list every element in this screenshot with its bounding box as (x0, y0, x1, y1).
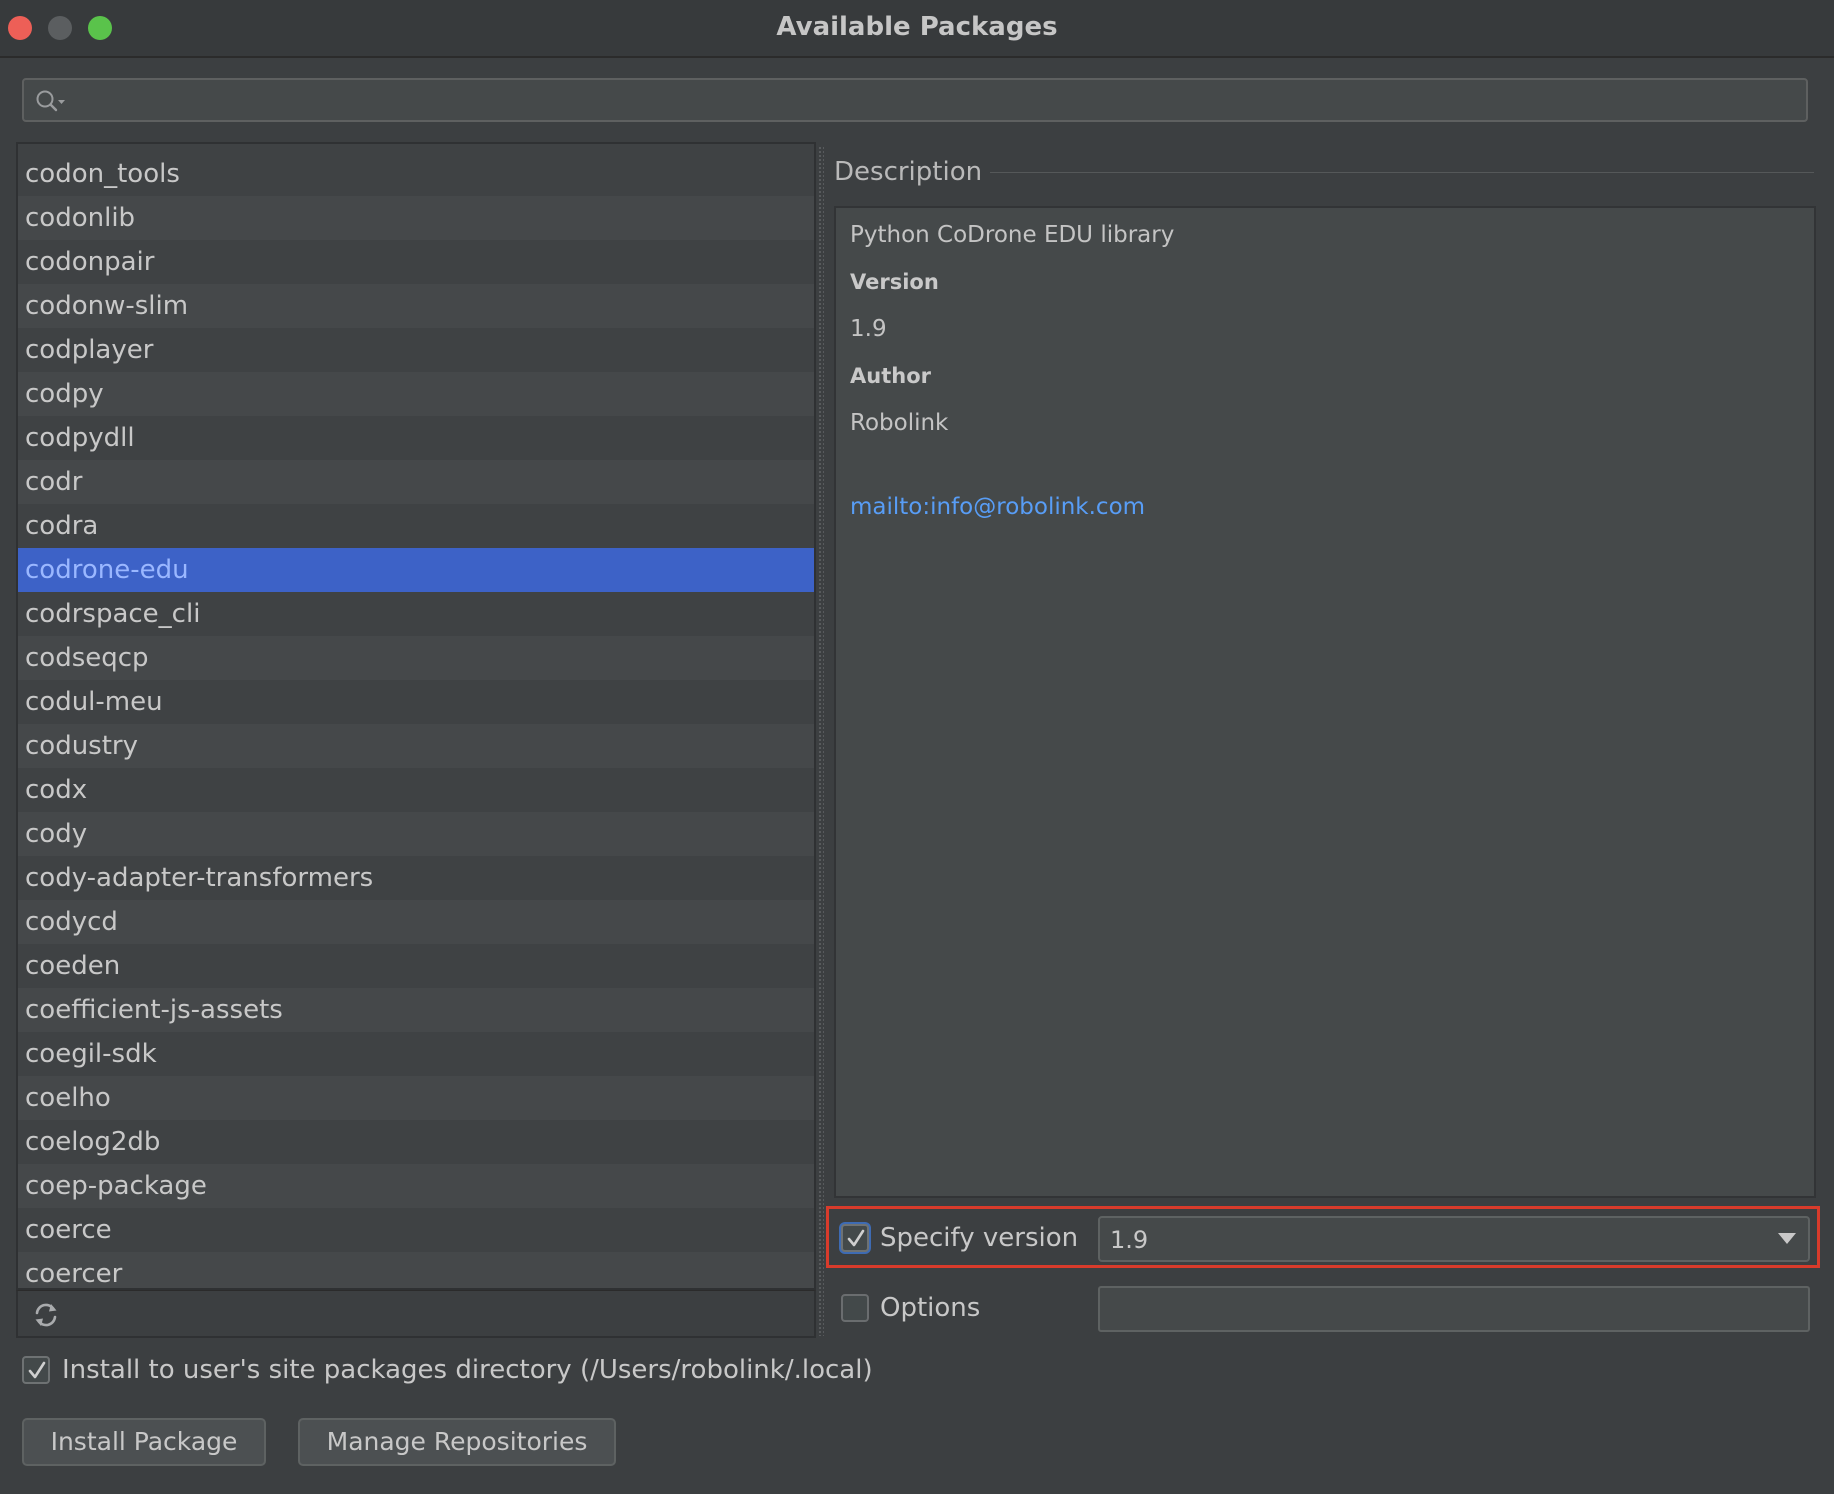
version-select[interactable]: 1.9 (1098, 1216, 1810, 1262)
install-user-site-checkbox[interactable] (22, 1356, 50, 1384)
package-list-item[interactable]: codonpair (18, 240, 814, 284)
version-label: Version (850, 270, 939, 294)
install-user-site-label: Install to user's site packages director… (62, 1355, 873, 1385)
chevron-down-icon (1778, 1233, 1796, 1244)
package-list-item[interactable]: cody-adapter-transformers (18, 856, 814, 900)
refresh-icon[interactable] (32, 1301, 60, 1329)
package-list-item[interactable]: codrspace_cli (18, 592, 814, 636)
search-field[interactable] (22, 78, 1808, 122)
package-list-item[interactable]: codplayer (18, 328, 814, 372)
package-list-item[interactable]: codr (18, 460, 814, 504)
package-list-item[interactable]: codseqcp (18, 636, 814, 680)
search-input[interactable] (84, 80, 1788, 122)
author-email-link[interactable]: mailto:info@robolink.com (850, 494, 1145, 520)
check-icon (847, 1229, 865, 1247)
package-list-item[interactable]: coercer (18, 1252, 814, 1288)
available-packages-window: Available Packages codon_tools codonlib co… (0, 0, 1834, 1494)
package-list-item[interactable]: codpy (18, 372, 814, 416)
package-list-item[interactable]: codul-meu (18, 680, 814, 724)
description-divider (990, 172, 1814, 173)
list-toolbar (16, 1290, 816, 1338)
package-list-item[interactable]: codon_tools (18, 152, 814, 196)
options-label: Options (880, 1293, 981, 1323)
search-icon[interactable] (34, 88, 68, 114)
version-value: 1.9 (850, 316, 887, 342)
description-heading: Description (834, 157, 983, 187)
package-list-item[interactable]: codx (18, 768, 814, 812)
version-select-value: 1.9 (1110, 1226, 1149, 1254)
check-icon (28, 1361, 46, 1379)
manage-repositories-button[interactable]: Manage Repositories (298, 1418, 616, 1466)
specify-version-label: Specify version (880, 1223, 1079, 1253)
package-list-item[interactable]: codonlib (18, 196, 814, 240)
package-list-item[interactable]: cody (18, 812, 814, 856)
package-summary: Python CoDrone EDU library (850, 222, 1175, 248)
package-list-item[interactable]: codycd (18, 900, 814, 944)
install-package-button[interactable]: Install Package (22, 1418, 266, 1466)
splitter-handle[interactable] (818, 146, 824, 1336)
package-list[interactable]: codon_tools codonlib codonpair codonw-slim c… (16, 142, 816, 1290)
package-list-item[interactable]: codra (18, 504, 814, 548)
package-list-item[interactable]: coelho (18, 1076, 814, 1120)
window-title: Available Packages (776, 12, 1058, 42)
package-list-item[interactable]: codonw-slim (18, 284, 814, 328)
author-label: Author (850, 364, 931, 388)
options-input[interactable] (1098, 1286, 1810, 1332)
options-checkbox[interactable] (841, 1294, 869, 1322)
package-list-item[interactable]: codustry (18, 724, 814, 768)
package-list-item[interactable]: coep-package (18, 1164, 814, 1208)
author-value: Robolink (850, 410, 949, 436)
package-list-item[interactable]: coelog2db (18, 1120, 814, 1164)
package-list-item[interactable]: coeden (18, 944, 814, 988)
title-bar: Available Packages (0, 0, 1834, 58)
package-list-item-selected[interactable]: codrone-edu (18, 548, 814, 592)
specify-version-checkbox[interactable] (841, 1224, 869, 1252)
description-panel: Python CoDrone EDU library Version 1.9 A… (834, 206, 1816, 1198)
package-list-item[interactable]: coerce (18, 1208, 814, 1252)
package-list-item[interactable]: codpydll (18, 416, 814, 460)
package-list-item[interactable]: coegil-sdk (18, 1032, 814, 1076)
package-list-item[interactable]: coefficient-js-assets (18, 988, 814, 1032)
